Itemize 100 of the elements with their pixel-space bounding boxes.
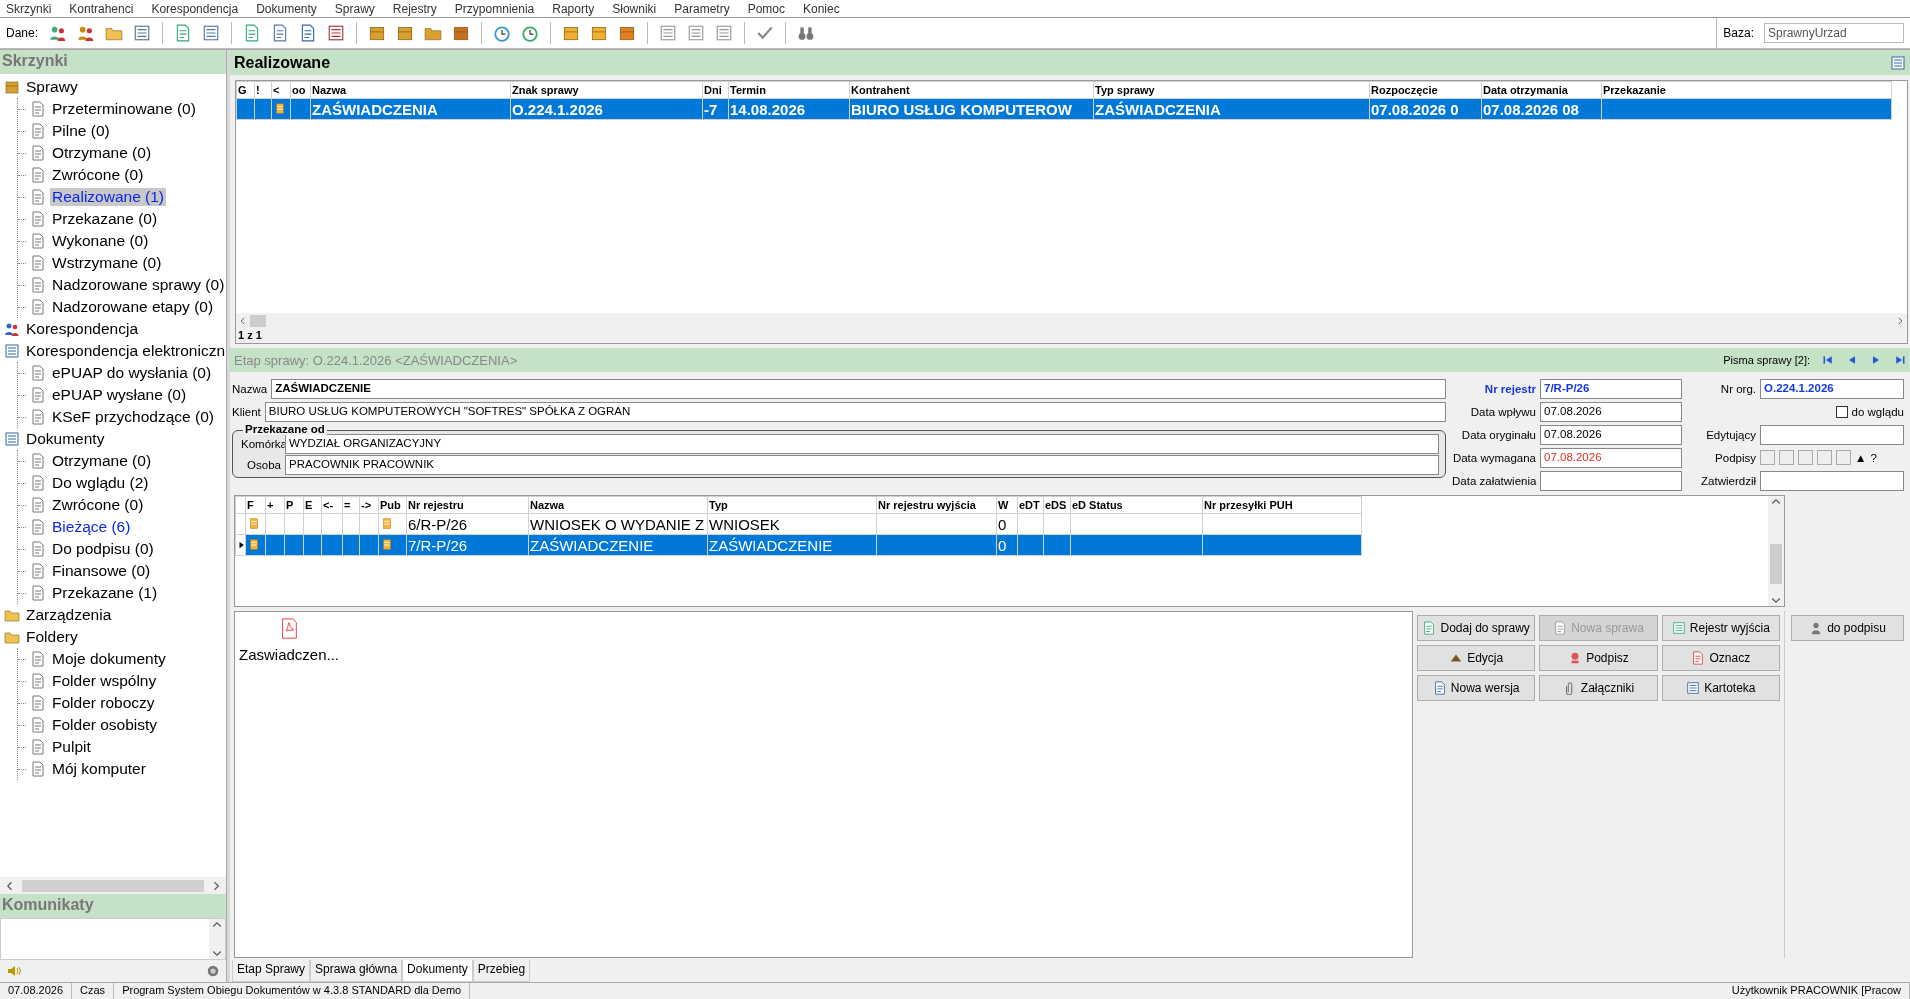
tree-item[interactable]: Przeterminowane (0)	[50, 100, 198, 118]
tree-item[interactable]: Finansowe (0)	[50, 562, 153, 580]
first-icon[interactable]	[1822, 354, 1834, 366]
tree-item[interactable]: Do wglądu (2)	[50, 474, 151, 492]
action-button[interactable]: Nowa wersja	[1417, 675, 1536, 701]
menu-item[interactable]: Rejestry	[392, 1, 437, 16]
chevron-right-icon[interactable]	[1895, 316, 1905, 326]
scrollbar[interactable]	[236, 313, 1907, 329]
column-header[interactable]: Przekazanie	[1601, 81, 1892, 99]
tree-item[interactable]: ePUAP wysłane (0)	[50, 386, 189, 404]
column-header[interactable]: Termin	[728, 81, 850, 99]
tree-item[interactable]: Dokumenty	[24, 430, 107, 448]
text-field[interactable]: PRACOWNIK PRACOWNIK	[285, 454, 1439, 475]
people-icon[interactable]	[49, 24, 68, 42]
help-button[interactable]: ?	[1870, 451, 1877, 464]
menu-item[interactable]: Sprawy	[334, 1, 375, 16]
clock-icon[interactable]	[493, 24, 512, 42]
last-icon[interactable]	[1894, 354, 1906, 366]
file-name[interactable]: Zaswiadczen...	[239, 646, 340, 663]
column-header[interactable]: <-	[321, 496, 343, 514]
text-field[interactable]: O.224.1.2026	[1760, 378, 1904, 399]
text-field[interactable]: BIURO USŁUG KOMPUTEROWYCH "SOFTRES" SPÓŁKA Z OGRAN	[264, 401, 1446, 422]
tree-item[interactable]: Folder osobisty	[50, 716, 160, 734]
clock-icon[interactable]	[521, 24, 540, 42]
menu-item[interactable]: Pomoc	[747, 1, 785, 16]
tree-item[interactable]: Otrzymane (0)	[50, 144, 154, 162]
tree-item[interactable]: Folder roboczy	[50, 694, 157, 712]
menu-item[interactable]: Kontrahenci	[69, 1, 134, 16]
scroll-thumb[interactable]	[250, 315, 266, 327]
action-button[interactable]: Oznacz	[1661, 645, 1780, 671]
column-header[interactable]: G	[236, 81, 255, 99]
column-header[interactable]: eDT	[1017, 496, 1044, 514]
tree-item[interactable]: Zarządzenia	[24, 606, 114, 624]
speaker-icon[interactable]	[6, 963, 22, 979]
tab[interactable]: Przebieg	[472, 960, 531, 982]
text-field[interactable]: WYDZIAŁ ORGANIZACYJNY	[285, 433, 1439, 454]
tree-item[interactable]: Realizowane (1)	[50, 188, 166, 206]
text-field[interactable]: 07.08.2026	[1540, 447, 1682, 468]
tree-item[interactable]: Nadzorowane etapy (0)	[50, 298, 216, 316]
scrollbar[interactable]	[0, 877, 226, 894]
tree-item[interactable]: Zwrócone (0)	[50, 166, 146, 184]
list-icon[interactable]	[659, 24, 678, 42]
text-field[interactable]: 07.08.2026	[1540, 424, 1682, 445]
tree-item[interactable]: Sprawy	[24, 78, 80, 96]
tree-item[interactable]: Wykonane (0)	[50, 232, 151, 250]
arrow-button[interactable]: ▲	[1855, 451, 1867, 464]
column-header[interactable]: Nazwa	[310, 81, 511, 99]
people-icon[interactable]	[77, 24, 96, 42]
menu-item[interactable]: Koniec	[803, 1, 840, 16]
menu-item[interactable]: Słowniki	[612, 1, 657, 16]
action-button[interactable]: Rejestr wyjścia	[1661, 615, 1780, 641]
column-header[interactable]: Pub	[378, 496, 407, 514]
list-icon[interactable]	[327, 24, 346, 42]
action-button[interactable]: Edycja	[1417, 645, 1536, 671]
tree-item[interactable]: Folder wspólny	[50, 672, 159, 690]
tree-item[interactable]: Przekazane (0)	[50, 210, 160, 228]
tree-item[interactable]: Wstrzymane (0)	[50, 254, 164, 272]
tree-item[interactable]: Bieżące (6)	[50, 518, 133, 536]
tree-item[interactable]: Przekazane (1)	[50, 584, 160, 602]
menu-item[interactable]: Przypomnienia	[454, 1, 535, 16]
table-row[interactable]: 6/R-P/26 WNIOSEK O WYDANIE Z WNIOSEK 0	[235, 513, 1768, 535]
table-row[interactable]: ZAŚWIADCZENIA O.224.1.2026 -7 14.08.2026 BIURO USŁUG KOMPUTEROW ZAŚWIADCZENIA 07.08.2026 0 07.08.2026 08	[236, 98, 1907, 120]
text-field[interactable]	[1760, 424, 1904, 445]
checkbox[interactable]	[1835, 405, 1848, 418]
chevron-left-icon[interactable]	[238, 316, 248, 326]
column-header[interactable]: Nr rejestru	[406, 496, 529, 514]
scroll-thumb[interactable]	[1770, 544, 1782, 584]
text-field[interactable]	[1540, 470, 1682, 491]
action-button[interactable]: Załączniki	[1539, 675, 1658, 701]
menu-item[interactable]: Korespondencja	[151, 1, 239, 16]
tree-item[interactable]: Do podpisu (0)	[50, 540, 156, 558]
action-button[interactable]: Kartoteka	[1661, 675, 1780, 701]
menu-item[interactable]: Parametry	[674, 1, 730, 16]
tab[interactable]: Etap Sprawy	[232, 960, 311, 982]
column-header[interactable]: W	[996, 496, 1018, 514]
list-icon[interactable]	[687, 24, 706, 42]
column-header[interactable]: Nr przesyłki PUH	[1202, 496, 1362, 514]
check-icon[interactable]	[756, 24, 775, 42]
tree-item[interactable]: Moje dokumenty	[50, 650, 168, 668]
action-button[interactable]: Podpisz	[1539, 645, 1658, 671]
tree-item[interactable]: Zwrócone (0)	[50, 496, 146, 514]
text-field[interactable]: 7/R-P/26	[1540, 378, 1682, 399]
column-header[interactable]: Rozpoczęcie	[1369, 81, 1482, 99]
tree-item[interactable]: Pulpit	[50, 738, 93, 756]
tab[interactable]: Dokumenty	[402, 960, 473, 982]
box-icon[interactable]	[452, 24, 471, 42]
tree-item[interactable]: Foldery	[24, 628, 80, 646]
text-field[interactable]: 07.08.2026	[1540, 401, 1682, 422]
column-header[interactable]: Nr rejestru wyjścia	[876, 496, 997, 514]
tree-item[interactable]: Otrzymane (0)	[50, 452, 154, 470]
binoculars-icon[interactable]	[797, 24, 816, 42]
scrollbar[interactable]	[1768, 496, 1784, 606]
menu-item[interactable]: Dokumenty	[256, 1, 317, 16]
action-button[interactable]: Dodaj do sprawy	[1417, 615, 1536, 641]
box-icon[interactable]	[396, 24, 415, 42]
tab[interactable]: Sprawa główna	[310, 960, 403, 982]
scroll-thumb[interactable]	[22, 879, 204, 892]
column-header[interactable]: eDS	[1043, 496, 1071, 514]
tree-item[interactable]: KSeF przychodzące (0)	[50, 408, 216, 426]
tree-item[interactable]: Nadzorowane sprawy (0)	[50, 276, 226, 294]
